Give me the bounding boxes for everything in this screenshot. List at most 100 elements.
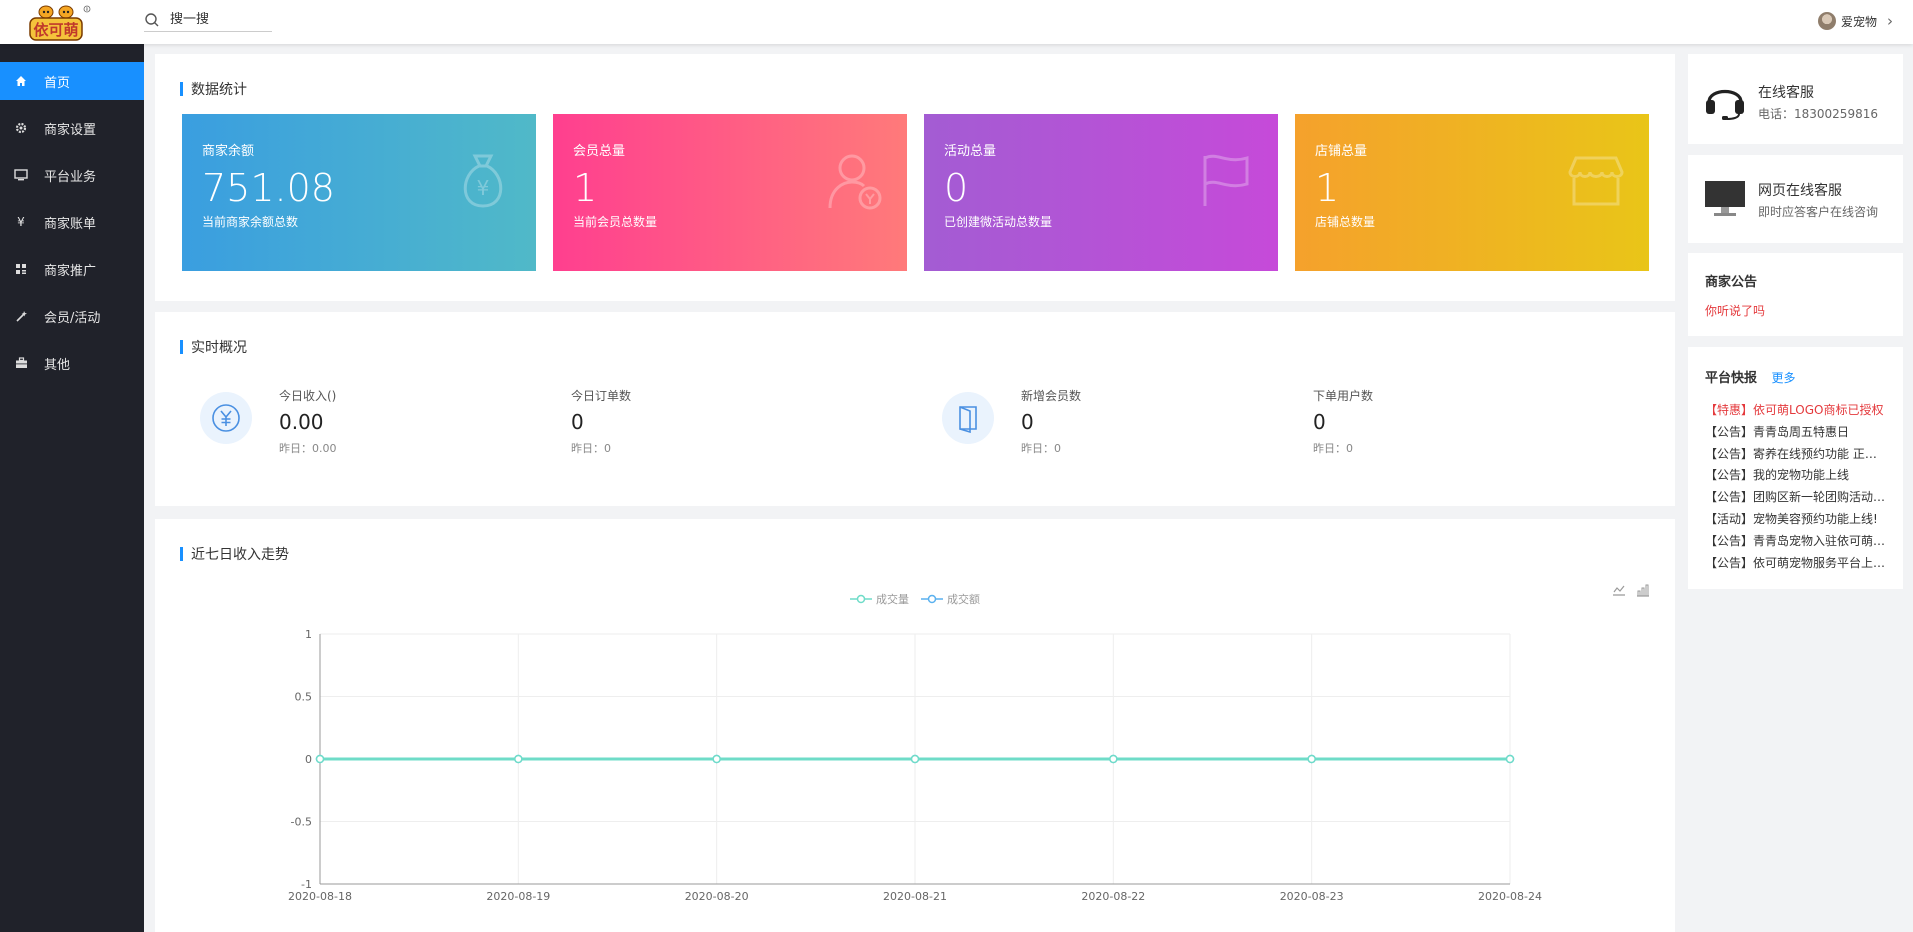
flag-icon (1203, 154, 1249, 206)
x-tick-label: 2020-08-21 (883, 890, 947, 903)
data-point (1307, 754, 1316, 764)
news-title: 平台快报 (1705, 371, 1758, 386)
data-point (910, 754, 920, 764)
svg-text:¥: ¥ (477, 176, 490, 200)
rt-value: 0 (571, 410, 584, 434)
stat-desc: 当前会员总数量 (573, 215, 658, 229)
stat-card-members[interactable]: 会员总量 1 当前会员总数量 (553, 114, 907, 271)
news-list: 【特惠】依可萌LOGO商标已授权 【公告】青青岛周五特惠日 【公告】寄养在线预约… (1705, 400, 1886, 574)
search-icon (145, 12, 159, 26)
monitor-icon (13, 167, 29, 183)
member-icon (828, 154, 882, 210)
rt-label: 下单用户数 (1313, 389, 1374, 403)
data-point (514, 754, 523, 764)
stat-card-balance[interactable]: 商家余额 751.08 当前商家余额总数 ¥ (182, 114, 536, 271)
x-tick-label: 2020-08-22 (1081, 890, 1145, 903)
realtime-new-members: 新增会员数 0 昨日：0 (1021, 387, 1081, 456)
home-icon (13, 73, 29, 89)
web-service-card[interactable]: 网页在线客服 即时应答客户在线咨询 (1688, 155, 1903, 243)
y-tick-label: 0.5 (295, 691, 313, 704)
money-bag-icon: ¥ (463, 154, 503, 208)
briefcase-icon (13, 355, 29, 371)
top-header: 依可萌 R 爱宠物 › (0, 0, 1913, 44)
store-icon (1568, 156, 1624, 206)
stat-desc: 当前商家余额总数 (202, 215, 299, 229)
x-tick-label: 2020-08-20 (685, 890, 749, 903)
news-item[interactable]: 【公告】青青岛周五特惠日 (1705, 422, 1886, 444)
service-subtitle: 即时应答客户在线咨询 (1758, 205, 1879, 219)
sidebar-item-label: 其他 (44, 357, 71, 373)
search-input[interactable] (170, 12, 266, 27)
stat-card-activities[interactable]: 活动总量 0 已创建微活动总数量 (924, 114, 1278, 271)
gear-icon (13, 120, 29, 136)
news-item[interactable]: 【公告】我的宠物功能上线 (1705, 465, 1886, 487)
news-item[interactable]: 【公告】寄养在线预约功能 正式上线 (1705, 444, 1886, 466)
rt-label: 今日收入() (279, 389, 337, 403)
sidebar-item-home[interactable]: 首页 (0, 62, 144, 100)
sidebar-item-member-activity[interactable]: 会员/活动 (0, 297, 144, 335)
sidebar-item-label: 首页 (44, 75, 71, 91)
sidebar-item-merchant-promotion[interactable]: 商家推广 (0, 250, 144, 288)
search-box[interactable] (144, 8, 272, 32)
news-item[interactable]: 【公告】团购区新一轮团购活动开始 (1705, 487, 1886, 509)
sidebar: 首页 商家设置 平台业务 ¥ 商家账单 商家推广 会员/活动 其他 (0, 44, 144, 932)
sidebar-item-other[interactable]: 其他 (0, 344, 144, 382)
trend-chart-panel: 近七日收入走势 成交量 成交额 1 0.5 0 -0.5 -1 2020-08-18 202… (155, 519, 1675, 932)
yen-icon: ¥ (17, 215, 25, 229)
service-phone: 电话：18300259816 (1758, 107, 1878, 121)
rt-sub: 昨日：0.00 (279, 442, 337, 455)
stat-card-stores[interactable]: 店铺总量 1 店铺总数量 (1295, 114, 1649, 271)
x-tick-label: 2020-08-24 (1478, 890, 1542, 903)
sidebar-item-merchant-settings[interactable]: 商家设置 (0, 109, 144, 147)
chevron-right-icon: › (1887, 12, 1893, 30)
rt-value: 0.00 (279, 410, 324, 434)
sidebar-item-label: 商家账单 (44, 216, 97, 232)
rt-sub: 昨日：0 (1021, 442, 1061, 455)
realtime-income: 今日收入() 0.00 昨日：0.00 (279, 387, 337, 456)
svg-text:R: R (86, 7, 89, 12)
avatar (1817, 12, 1836, 30)
online-service-card[interactable]: 在线客服 电话：18300259816 (1688, 54, 1903, 144)
realtime-buyers: 下单用户数 0 昨日：0 (1313, 387, 1373, 456)
service-title: 在线客服 (1758, 85, 1814, 101)
news-item[interactable]: 【特惠】依可萌LOGO商标已授权 (1705, 400, 1886, 422)
x-tick-label: 2020-08-18 (288, 890, 352, 903)
merchant-notice-card: 商家公告 你听说了吗 (1688, 253, 1903, 336)
x-tick-label: 2020-08-23 (1280, 890, 1344, 903)
x-tick-label: 2020-08-19 (486, 890, 550, 903)
trend-line-chart: 10.50-0.5-12020-08-18 2020-08-19 2020-08-2… (288, 628, 1542, 903)
more-link[interactable]: 更多 (1772, 371, 1796, 385)
user-menu[interactable]: 爱宠物 › (1817, 12, 1893, 30)
monitor-icon (1705, 181, 1745, 216)
rt-label: 新增会员数 (1021, 389, 1082, 403)
data-point (712, 754, 721, 764)
news-item[interactable]: 【活动】宠物美容预约功能上线! (1705, 509, 1886, 531)
notice-text[interactable]: 你听说了吗 (1705, 302, 1886, 319)
grid-icon (13, 261, 29, 277)
data-point (1505, 754, 1515, 764)
sidebar-item-platform-business[interactable]: 平台业务 (0, 156, 144, 194)
realtime-orders: 今日订单数 0 昨日：0 (571, 387, 631, 456)
headset-icon (1706, 89, 1744, 120)
wand-icon (13, 308, 29, 324)
rt-value: 0 (1021, 410, 1034, 434)
user-name: 爱宠物 (1840, 14, 1877, 29)
yen-circle-icon (200, 392, 252, 444)
y-tick-label: -0.5 (291, 816, 312, 829)
logo[interactable]: 依可萌 R (28, 3, 92, 41)
panel-title: 实时概况 (180, 337, 247, 357)
rt-label: 今日订单数 (571, 389, 632, 403)
y-tick-label: 0 (305, 753, 312, 766)
sidebar-item-label: 会员/活动 (44, 310, 101, 326)
service-title: 网页在线客服 (1758, 183, 1842, 199)
news-item[interactable]: 【公告】青青岛宠物入驻依可萌平台 (1705, 531, 1886, 553)
rt-sub: 昨日：0 (571, 442, 611, 455)
news-item[interactable]: 【公告】依可萌宠物服务平台上线啦 (1705, 553, 1886, 575)
news-header: 平台快报 更多 (1705, 367, 1886, 386)
rt-sub: 昨日：0 (1313, 442, 1353, 455)
rt-value: 0 (1313, 410, 1326, 434)
sidebar-item-merchant-bill[interactable]: ¥ 商家账单 (0, 203, 144, 241)
stat-desc: 店铺总数量 (1315, 215, 1376, 229)
data-stats-panel: 数据统计 商家余额 751.08 当前商家余额总数 ¥ 会员总量 1 当前会员总… (155, 54, 1675, 301)
svg-text:依可萌: 依可萌 (33, 21, 78, 39)
